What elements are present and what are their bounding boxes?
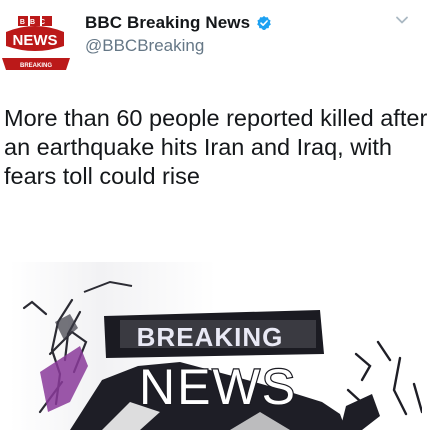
handle[interactable]: @BBCBreaking <box>85 36 204 56</box>
media-breaking-text: BREAKING <box>137 322 284 352</box>
profile-avatar[interactable]: BBC NEWS BREAKING <box>0 10 72 80</box>
chevron-down-icon[interactable] <box>394 12 410 28</box>
media-news-text: NEWS <box>139 359 297 415</box>
tweet-media-image[interactable]: BREAKING NEWS <box>10 262 422 430</box>
avatar-breaking-text: BREAKING <box>20 63 52 69</box>
tweet-card: BBC NEWS BREAKING BBC Breaking News @BBC… <box>0 0 432 430</box>
display-name[interactable]: BBC Breaking News <box>85 13 250 33</box>
avatar-logo-text: BBC <box>20 19 50 26</box>
verified-badge-icon <box>257 16 271 30</box>
avatar-news-text: NEWS <box>13 32 58 49</box>
tweet-text: More than 60 people reported killed afte… <box>4 105 428 189</box>
author-name-row: BBC Breaking News <box>85 13 272 33</box>
